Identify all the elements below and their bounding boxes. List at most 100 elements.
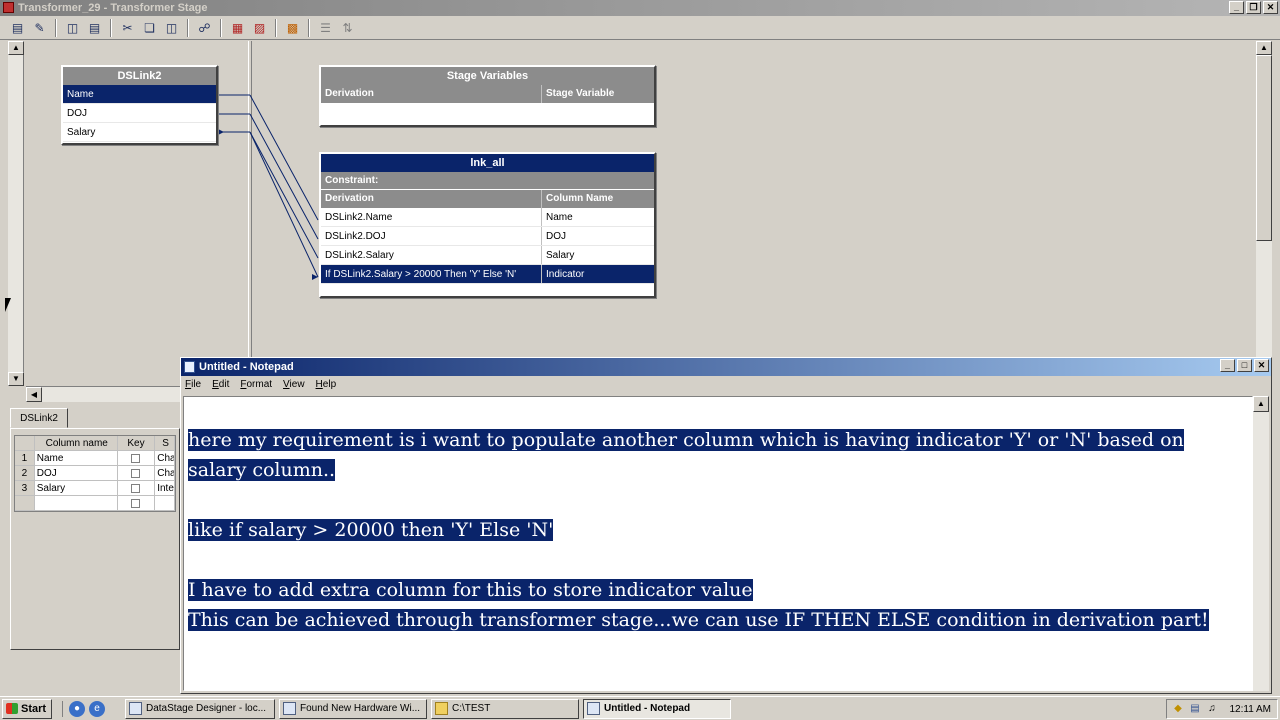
key-header[interactable]: Key (117, 436, 156, 450)
scroll-up-arrow-icon[interactable]: ▲ (8, 41, 24, 55)
minimize-button[interactable]: _ (1229, 1, 1244, 14)
table-row[interactable]: 3 Salary Inte (15, 481, 175, 496)
scroll-left-arrow-icon[interactable]: ◀ (26, 387, 42, 402)
stage-variables-box[interactable]: Stage Variables Derivation Stage Variabl… (319, 65, 656, 127)
notepad-menu-bar: File Edit Format View Help (181, 376, 1271, 394)
scroll-down-arrow-icon[interactable]: ▼ (8, 372, 24, 386)
toolbar-separator (308, 18, 310, 37)
stage-variable-column-header[interactable]: Stage Variable (542, 85, 652, 103)
key-cell[interactable] (118, 496, 156, 510)
taskbar-button-datastage[interactable]: DataStage Designer - loc... (125, 698, 275, 719)
derivation-cell[interactable]: DSLink2.Name (321, 208, 542, 226)
save-columns-icon[interactable]: ▨ (250, 19, 269, 37)
network-icon[interactable]: ▤ (1188, 702, 1202, 716)
menu-file[interactable]: File (185, 376, 201, 394)
output-link-order-icon[interactable]: ⇅ (338, 19, 357, 37)
menu-format[interactable]: Format (240, 376, 272, 394)
close-button[interactable]: ✕ (1263, 1, 1278, 14)
sql-type-cell[interactable]: Inte (155, 481, 175, 495)
key-checkbox[interactable] (131, 453, 141, 463)
taskbar-button-notepad[interactable]: Untitled - Notepad (583, 698, 731, 719)
derivation-column-header[interactable]: Derivation (321, 190, 542, 208)
text-line: This can be achieved through transformer… (188, 605, 1252, 635)
menu-help[interactable]: Help (316, 376, 337, 394)
scrollbar-thumb[interactable] (1256, 55, 1272, 241)
derivation-cell[interactable]: If DSLink2.Salary > 20000 Then 'Y' Else … (321, 265, 542, 283)
minimize-button[interactable]: _ (1220, 359, 1235, 372)
key-checkbox[interactable] (131, 498, 141, 508)
input-column-row[interactable]: Salary (63, 123, 216, 142)
show-relations-icon[interactable]: ▤ (85, 19, 104, 37)
cut-icon[interactable]: ✂ (118, 19, 137, 37)
taskbar-button-test-folder[interactable]: C:\TEST (431, 698, 579, 719)
column-name-cell[interactable]: DOJ (35, 466, 118, 480)
security-shield-icon[interactable]: ◆ (1171, 702, 1185, 716)
output-link-lnk-all[interactable]: lnk_all Constraint: Derivation Column Na… (319, 152, 656, 298)
menu-view[interactable]: View (283, 376, 305, 394)
notepad-title-bar[interactable]: Untitled - Notepad _ □ ✕ (181, 358, 1271, 376)
show-desktop-icon[interactable]: ● (69, 700, 85, 717)
input-link-dslink2[interactable]: DSLink2 Name DOJ Salary (61, 65, 218, 145)
menu-edit[interactable]: Edit (212, 376, 229, 394)
output-column-row[interactable]: DSLink2.DOJ DOJ (321, 227, 654, 246)
column-name-header[interactable]: Column name (34, 436, 118, 450)
derivation-cell[interactable]: DSLink2.DOJ (321, 227, 542, 245)
main-window-title-bar[interactable]: Transformer_29 - Transformer Stage _ ❐ ✕ (0, 0, 1280, 16)
derivation-cell[interactable]: DSLink2.Salary (321, 246, 542, 264)
load-columns-icon[interactable]: ▦ (228, 19, 247, 37)
clock[interactable]: 12:11 AM (1229, 704, 1277, 715)
key-cell[interactable] (118, 451, 156, 465)
key-checkbox[interactable] (131, 468, 141, 478)
derivation-column-header[interactable]: Derivation (321, 85, 542, 103)
column-name-cell[interactable]: Salary (35, 481, 118, 495)
maximize-button[interactable]: □ (1237, 359, 1252, 372)
key-checkbox[interactable] (131, 483, 141, 493)
notepad-text-area[interactable]: here my requirement is i want to populat… (183, 396, 1253, 691)
scroll-up-arrow-icon[interactable]: ▲ (1256, 41, 1272, 55)
column-metadata-grid[interactable]: Column name Key S 1 Name Cha 2 DOJ Cha 3… (14, 435, 176, 512)
column-name-cell[interactable]: Salary (542, 246, 652, 264)
column-automatch-icon[interactable]: ▩ (283, 19, 302, 37)
paste-icon[interactable]: ◫ (162, 19, 181, 37)
input-column-row[interactable]: Name (63, 85, 216, 104)
copy-icon[interactable]: ❏ (140, 19, 159, 37)
right-pane-vertical-scrollbar[interactable]: ▲ (1256, 41, 1272, 357)
column-name-header[interactable]: Column Name (542, 190, 652, 208)
table-row[interactable]: 2 DOJ Cha (15, 466, 175, 481)
start-button[interactable]: Start (2, 698, 52, 719)
restore-button[interactable]: ❐ (1246, 1, 1261, 14)
constraints-icon[interactable]: ✎ (30, 19, 49, 37)
output-column-row[interactable]: DSLink2.Salary Salary (321, 246, 654, 265)
sql-type-cell[interactable]: Cha (155, 466, 175, 480)
volume-icon[interactable]: ♫ (1205, 702, 1219, 716)
close-button[interactable]: ✕ (1254, 359, 1269, 372)
key-cell[interactable] (118, 481, 156, 495)
find-replace-icon[interactable]: ☍ (195, 19, 214, 37)
column-name-cell[interactable]: DOJ (542, 227, 652, 245)
constraint-row[interactable]: Constraint: (321, 172, 654, 190)
column-name-cell[interactable] (35, 496, 118, 510)
scroll-up-arrow-icon[interactable]: ▲ (1253, 396, 1269, 412)
sql-type-cell[interactable] (155, 496, 175, 510)
input-column-row[interactable]: DOJ (63, 104, 216, 123)
sql-type-cell[interactable]: Cha (155, 451, 175, 465)
stage-properties-icon[interactable]: ▤ (8, 19, 27, 37)
show-all-icon[interactable]: ◫ (63, 19, 82, 37)
table-row[interactable]: 1 Name Cha (15, 451, 175, 466)
taskbar-button-hardware-wizard[interactable]: Found New Hardware Wi... (279, 698, 427, 719)
output-column-row[interactable]: If DSLink2.Salary > 20000 Then 'Y' Else … (321, 265, 654, 284)
column-name-cell[interactable]: Name (542, 208, 652, 226)
column-name-cell[interactable]: Name (35, 451, 118, 465)
tab-dslink2[interactable]: DSLink2 (10, 408, 68, 428)
table-row[interactable] (15, 496, 175, 511)
key-cell[interactable] (118, 466, 156, 480)
left-pane-vertical-scrollbar[interactable]: ▲ ▼ (8, 41, 24, 386)
sql-type-header[interactable]: S (155, 436, 175, 450)
input-link-order-icon[interactable]: ☰ (316, 19, 335, 37)
internet-explorer-icon[interactable]: e (89, 700, 105, 717)
column-name-cell[interactable]: Indicator (542, 265, 652, 283)
notepad-vertical-scrollbar[interactable]: ▲ (1253, 396, 1269, 691)
output-column-row[interactable]: DSLink2.Name Name (321, 208, 654, 227)
